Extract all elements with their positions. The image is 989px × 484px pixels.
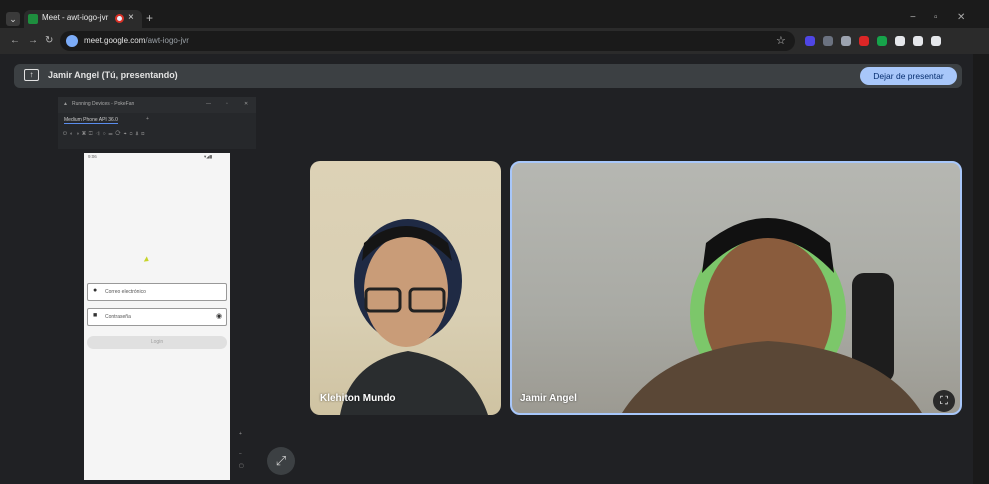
emulator-side-controls: + − ▢	[236, 431, 250, 475]
bookmark-star-icon[interactable]: ☆	[776, 34, 786, 47]
url-host: meet.google.com	[84, 36, 146, 45]
mouse-cursor-icon	[143, 256, 151, 264]
fit-screen-icon: ▢	[239, 463, 244, 469]
device-tab: Medium Phone API 36.0	[64, 117, 118, 124]
password-field: ■ Contraseña ◉	[87, 308, 227, 326]
emulator-tool-icons: ⏻◐◑▣◫◁○▭⟳⌖◻⇩⊡	[63, 131, 148, 137]
participant-name: Klehiton Mundo	[320, 393, 396, 404]
tab-title: Meet - awt-iogo-jvr	[42, 13, 109, 22]
phone-screen: 9:06 ▾◢▮ ● Correo electrónico ■ Contrase…	[84, 153, 230, 480]
shared-screen-tile[interactable]: ▲ Running Devices - PokeFan — ▫ ✕ Medium…	[58, 97, 256, 480]
visibility-eye-icon: ◉	[216, 313, 223, 320]
phone-status-time: 9:06	[88, 154, 97, 159]
email-field: ● Correo electrónico	[87, 283, 227, 301]
participant-tile-jamir[interactable]: Jamir Angel	[510, 161, 962, 415]
emulator-toolbar: ⏻◐◑▣◫◁○▭⟳⌖◻⇩⊡	[58, 127, 256, 149]
password-placeholder: Contraseña	[105, 314, 131, 320]
present-screen-icon: ↑	[24, 69, 39, 81]
extension-icon[interactable]	[805, 36, 815, 46]
extension-icon[interactable]	[913, 36, 923, 46]
url-text: meet.google.com/awt-iogo-jvr	[84, 36, 189, 45]
crop-icon[interactable]: ⛶	[933, 390, 955, 412]
meet-favicon-icon	[28, 14, 38, 24]
presenting-text: Jamir Angel (Tú, presentando)	[48, 70, 178, 80]
extension-icon[interactable]	[931, 36, 941, 46]
tab-search-icon[interactable]: ⌄	[6, 12, 20, 26]
presenting-banner: ↑ Jamir Angel (Tú, presentando) Dejar de…	[14, 64, 962, 88]
expand-icon[interactable]: ⤢	[267, 447, 295, 475]
close-icon: ✕	[244, 101, 249, 107]
extension-icon[interactable]	[877, 36, 887, 46]
zoom-in-icon: +	[239, 431, 242, 437]
login-button: Login	[87, 336, 227, 349]
android-icon: ▲	[63, 101, 68, 107]
maximize-button[interactable]: ▫	[934, 12, 938, 23]
browser-tab[interactable]: Meet - awt-iogo-jvr ×	[24, 10, 142, 28]
extension-icon[interactable]	[823, 36, 833, 46]
minimize-button[interactable]: −	[910, 12, 916, 23]
stop-presenting-button[interactable]: Dejar de presentar	[860, 67, 957, 85]
participant-tile-klehiton[interactable]: Klehiton Mundo	[310, 161, 501, 415]
emulator-title-bar: ▲ Running Devices - PokeFan — ▫ ✕	[58, 97, 256, 113]
browser-toolbar: ← → ↻ meet.google.com/awt-iogo-jvr ☆	[0, 28, 989, 54]
participant-video-2	[622, 218, 922, 413]
emulator-title: Running Devices - PokeFan	[72, 101, 135, 107]
reload-button[interactable]: ↻	[45, 35, 53, 46]
participant-video-1	[340, 219, 488, 415]
forward-button[interactable]: →	[28, 35, 38, 46]
recording-indicator-icon	[115, 14, 124, 23]
lock-icon: ■	[93, 312, 98, 319]
user-icon: ●	[93, 287, 98, 294]
extension-icon[interactable]	[859, 36, 869, 46]
tab-close-icon[interactable]: ×	[128, 12, 134, 23]
url-path: /awt-iogo-jvr	[145, 36, 189, 45]
phone-status-icons: ▾◢▮	[204, 154, 213, 159]
back-button[interactable]: ←	[10, 35, 20, 46]
emulator-tabs: Medium Phone API 36.0 +	[58, 113, 256, 127]
extension-icon[interactable]	[841, 36, 851, 46]
extension-icon[interactable]	[895, 36, 905, 46]
scrollbar[interactable]	[973, 54, 989, 484]
maximize-icon: ▫	[226, 101, 228, 107]
browser-tab-bar: ⌄ Meet - awt-iogo-jvr × + − ▫ ✕	[0, 0, 989, 28]
email-placeholder: Correo electrónico	[105, 289, 146, 295]
add-device-icon: +	[146, 116, 149, 122]
zoom-out-icon: −	[239, 451, 242, 457]
new-tab-button[interactable]: +	[146, 11, 153, 25]
minimize-icon: —	[206, 101, 211, 107]
participant-name: Jamir Angel	[520, 393, 577, 404]
site-info-icon[interactable]	[66, 35, 78, 47]
address-bar[interactable]: meet.google.com/awt-iogo-jvr ☆	[60, 31, 795, 51]
close-window-button[interactable]: ✕	[957, 12, 965, 23]
